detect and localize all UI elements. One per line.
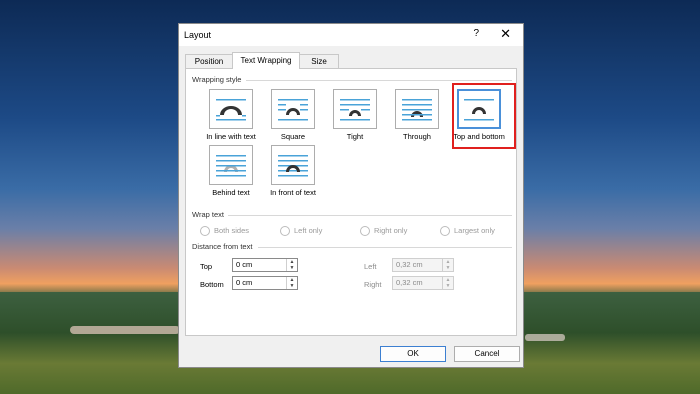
inline-with-text-icon	[209, 89, 253, 129]
top-value: 0 cm	[236, 260, 253, 269]
option-label: Through	[403, 132, 431, 141]
right-value: 0,32 cm	[396, 278, 423, 287]
background-lake	[70, 326, 180, 334]
radio-label: Both sides	[214, 226, 250, 235]
tab-size[interactable]: Size	[299, 54, 339, 68]
top-label: Top	[200, 262, 213, 271]
wrap-option-through[interactable]: Through	[388, 89, 446, 141]
radio-left-only[interactable]: Left only	[280, 226, 323, 237]
wrap-option-square[interactable]: Square	[264, 89, 322, 141]
tab-text-wrapping[interactable]: Text Wrapping	[232, 52, 300, 69]
dialog-title: Layout	[184, 30, 212, 40]
radio-largest-only[interactable]: Largest only	[440, 226, 495, 237]
square-wrap-icon	[271, 89, 315, 129]
left-distance-input[interactable]: 0,32 cm ▲ ▼	[392, 258, 454, 272]
left-value: 0,32 cm	[396, 260, 423, 269]
spin-arrows[interactable]: ▲ ▼	[442, 277, 453, 289]
bottom-label: Bottom	[200, 280, 224, 289]
option-label: Behind text	[212, 188, 250, 197]
spin-arrows[interactable]: ▲ ▼	[442, 259, 453, 271]
wrap-option-inline[interactable]: In line with text	[202, 89, 260, 141]
background-lake	[525, 334, 565, 341]
wrap-option-behind-text[interactable]: Behind text	[202, 145, 260, 197]
tight-wrap-icon	[333, 89, 377, 129]
behind-text-icon	[209, 145, 253, 185]
radio-label: Largest only	[454, 226, 495, 235]
cancel-button[interactable]: Cancel	[454, 346, 520, 362]
right-distance-input[interactable]: 0,32 cm ▲ ▼	[392, 276, 454, 290]
selection-highlight-box	[452, 83, 516, 149]
in-front-of-text-icon	[271, 145, 315, 185]
layout-dialog: Layout ? ✕ Position Text Wrapping Size W…	[178, 23, 524, 368]
radio-right-only[interactable]: Right only	[360, 226, 408, 237]
wrap-option-tight[interactable]: Tight	[326, 89, 384, 141]
option-label: In front of text	[270, 188, 316, 197]
distance-heading: Distance from text	[192, 242, 253, 251]
wrap-text-heading: Wrap text	[192, 210, 224, 219]
radio-label: Right only	[374, 226, 408, 235]
radio-both-sides[interactable]: Both sides	[200, 226, 250, 237]
right-label: Right	[364, 280, 382, 289]
option-label: Tight	[346, 132, 364, 141]
divider	[258, 247, 512, 248]
wrapping-style-heading: Wrapping style	[192, 75, 242, 84]
help-button[interactable]: ?	[473, 28, 479, 39]
spin-arrows[interactable]: ▲ ▼	[286, 277, 297, 289]
through-wrap-icon	[395, 89, 439, 129]
divider	[228, 215, 512, 216]
radio-circle	[360, 226, 370, 237]
radio-label: Left only	[294, 226, 323, 235]
radio-circle	[280, 226, 290, 237]
ok-button[interactable]: OK	[380, 346, 446, 362]
spin-arrows[interactable]: ▲ ▼	[286, 259, 297, 271]
bottom-distance-input[interactable]: 0 cm ▲ ▼	[232, 276, 298, 290]
wrap-option-in-front-of-text[interactable]: In front of text	[264, 145, 322, 197]
option-label: In line with text	[206, 132, 256, 141]
tab-position[interactable]: Position	[185, 54, 233, 68]
radio-circle	[440, 226, 450, 237]
title-bar: Layout ? ✕	[179, 24, 523, 46]
close-icon[interactable]: ✕	[500, 26, 511, 42]
divider	[246, 80, 512, 81]
bottom-value: 0 cm	[236, 278, 253, 287]
option-label: Square	[280, 132, 306, 141]
top-distance-input[interactable]: 0 cm ▲ ▼	[232, 258, 298, 272]
left-label: Left	[364, 262, 377, 271]
radio-circle	[200, 226, 210, 237]
